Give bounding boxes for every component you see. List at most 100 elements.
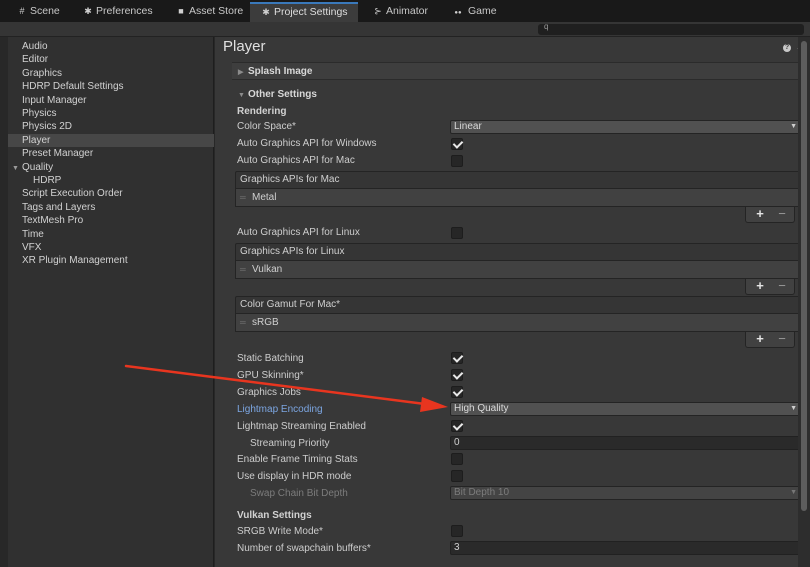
expand-triangle-icon[interactable]: ▼ [12,162,22,175]
dropdown-arrow-icon: ▼ [790,123,797,130]
sidebar-item-graphics[interactable]: Graphics [8,67,214,80]
editor-tab-bar: # Scene ✱ Preferences ■ Asset Store ✱ Projec… [0,0,810,22]
dropdown-value: Bit Depth 10 [454,487,510,498]
list-item[interactable]: ═ Vulkan [235,261,805,279]
streaming-priority-label: Streaming Priority [250,438,330,449]
animator-icon: ⊱ [374,6,382,16]
graphics-apis-linux-list-footer: + − [745,279,795,295]
scrollbar[interactable] [798,37,810,567]
search-icon: q [544,22,549,31]
sidebar-item-script-execution-order[interactable]: Script Execution Order [8,187,214,200]
sidebar-item-hdrp[interactable]: HDRP [8,174,214,187]
page-title: Player [223,38,266,55]
swap-chain-bit-depth-label: Swap Chain Bit Depth [250,488,348,499]
swapchain-buffers-label: Number of swapchain buffers* [237,543,371,554]
drag-handle-icon[interactable]: ═ [240,314,252,331]
list-item-label: sRGB [252,317,279,328]
sidebar-item-vfx[interactable]: VFX [8,241,214,254]
other-settings-foldout[interactable]: ▼ Other Settings [232,86,808,104]
graphics-jobs-checkbox[interactable] [451,386,463,398]
sidebar-item-time[interactable]: Time [8,228,214,241]
sidebar-item-quality[interactable]: ▼ Quality [8,161,214,174]
tab-label: Scene [30,5,60,17]
expanded-triangle-icon: ▼ [238,92,245,99]
sidebar-item-audio[interactable]: Audio [8,40,214,53]
remove-button[interactable]: − [775,332,789,347]
sidebar-item-input-manager[interactable]: Input Manager [8,94,214,107]
sidebar-item-physics[interactable]: Physics [8,107,214,120]
lightmap-streaming-checkbox[interactable] [451,420,463,432]
auto-graphics-api-linux-checkbox[interactable] [451,227,463,239]
auto-graphics-api-linux-label: Auto Graphics API for Linux [237,227,360,238]
sidebar-item-tags-and-layers[interactable]: Tags and Layers [8,201,214,214]
sidebar-item-textmesh-pro[interactable]: TextMesh Pro [8,214,214,227]
sidebar-item-label: Quality [22,161,54,173]
lightmap-encoding-dropdown[interactable]: High Quality ▼ [450,402,803,416]
streaming-priority-input[interactable]: 0 [450,436,803,450]
sidebar-item-editor[interactable]: Editor [8,53,214,66]
add-button[interactable]: + [753,207,767,222]
tab-project-settings[interactable]: ✱ Project Settings [250,2,358,22]
frame-timing-stats-checkbox[interactable] [451,453,463,465]
gear-icon: ✱ [84,6,92,16]
swap-chain-bit-depth-dropdown: Bit Depth 10 ▼ [450,486,803,500]
color-gamut-mac-list-footer: + − [745,332,795,348]
dropdown-value: High Quality [454,403,509,414]
lightmap-streaming-label: Lightmap Streaming Enabled [237,421,366,432]
add-button[interactable]: + [753,279,767,294]
hdr-display-label: Use display in HDR mode [237,471,352,482]
sidebar-item-hdrp-default-settings[interactable]: HDRP Default Settings [8,80,214,93]
list-item-label: Metal [252,192,277,203]
splash-image-foldout[interactable]: ▶ Splash Image [232,62,808,80]
graphics-apis-mac-list-footer: + − [745,207,795,223]
hdr-display-checkbox[interactable] [451,470,463,482]
drag-handle-icon[interactable]: ═ [240,189,252,206]
sidebar-item-player[interactable]: Player [8,133,214,148]
auto-graphics-api-mac-checkbox[interactable] [451,155,463,167]
scene-icon: # [19,6,25,16]
foldout-label: Splash Image [248,66,313,77]
tab-preferences[interactable]: ✱ Preferences [72,2,164,22]
gpu-skinning-label: GPU Skinning* [237,370,304,381]
list-item[interactable]: ═ Metal [235,189,805,207]
tab-label: Project Settings [274,6,348,18]
tab-label: Asset Store [189,5,244,17]
help-icon[interactable]: ? [783,44,791,52]
search-input[interactable]: q [538,22,804,35]
drag-handle-icon[interactable]: ═ [240,261,252,278]
list-item[interactable]: ═ sRGB [235,314,805,332]
tab-animator[interactable]: ⊱ Animator [362,2,438,22]
tab-scene[interactable]: # Scene [6,2,70,22]
remove-button[interactable]: − [775,279,789,294]
sidebar-item-preset-manager[interactable]: Preset Manager [8,147,214,160]
swapchain-buffers-input[interactable]: 3 [450,541,803,555]
list-item-label: Vulkan [252,264,283,275]
settings-category-list: Audio Editor Graphics HDRP Default Setti… [8,37,214,567]
color-space-dropdown[interactable]: Linear ▼ [450,120,803,134]
vulkan-settings-section-label: Vulkan Settings [237,510,312,521]
scrollbar-thumb[interactable] [801,41,807,511]
static-batching-checkbox[interactable] [451,352,463,364]
graphics-apis-mac-list-header: Graphics APIs for Mac [235,171,805,189]
auto-graphics-api-windows-label: Auto Graphics API for Windows [237,138,377,149]
add-button[interactable]: + [753,332,767,347]
tab-label: Animator [386,5,429,17]
auto-graphics-api-windows-checkbox[interactable] [451,138,463,150]
dropdown-arrow-icon: ▼ [790,489,797,496]
foldout-label: Other Settings [248,89,317,100]
gpu-skinning-checkbox[interactable] [451,369,463,381]
dropdown-arrow-icon: ▼ [790,405,797,412]
tab-asset-store[interactable]: ■ Asset Store [165,2,249,22]
tab-game[interactable]: ●● Game [440,2,500,22]
lightmap-encoding-label: Lightmap Encoding [237,404,323,415]
gear-icon: ✱ [262,7,270,17]
rendering-section-label: Rendering [237,106,287,117]
graphics-apis-linux-list-header: Graphics APIs for Linux [235,243,805,261]
sidebar-item-physics-2d[interactable]: Physics 2D [8,120,214,133]
sidebar-item-xr-plugin-management[interactable]: XR Plugin Management [8,254,214,267]
dropdown-value: Linear [454,121,482,132]
remove-button[interactable]: − [775,207,789,222]
player-settings-panel: Player ? ⇵ ▶Splash Image ▼Other Settings… [215,37,810,567]
collapsed-triangle-icon: ▶ [238,69,244,76]
srgb-write-mode-checkbox[interactable] [451,525,463,537]
